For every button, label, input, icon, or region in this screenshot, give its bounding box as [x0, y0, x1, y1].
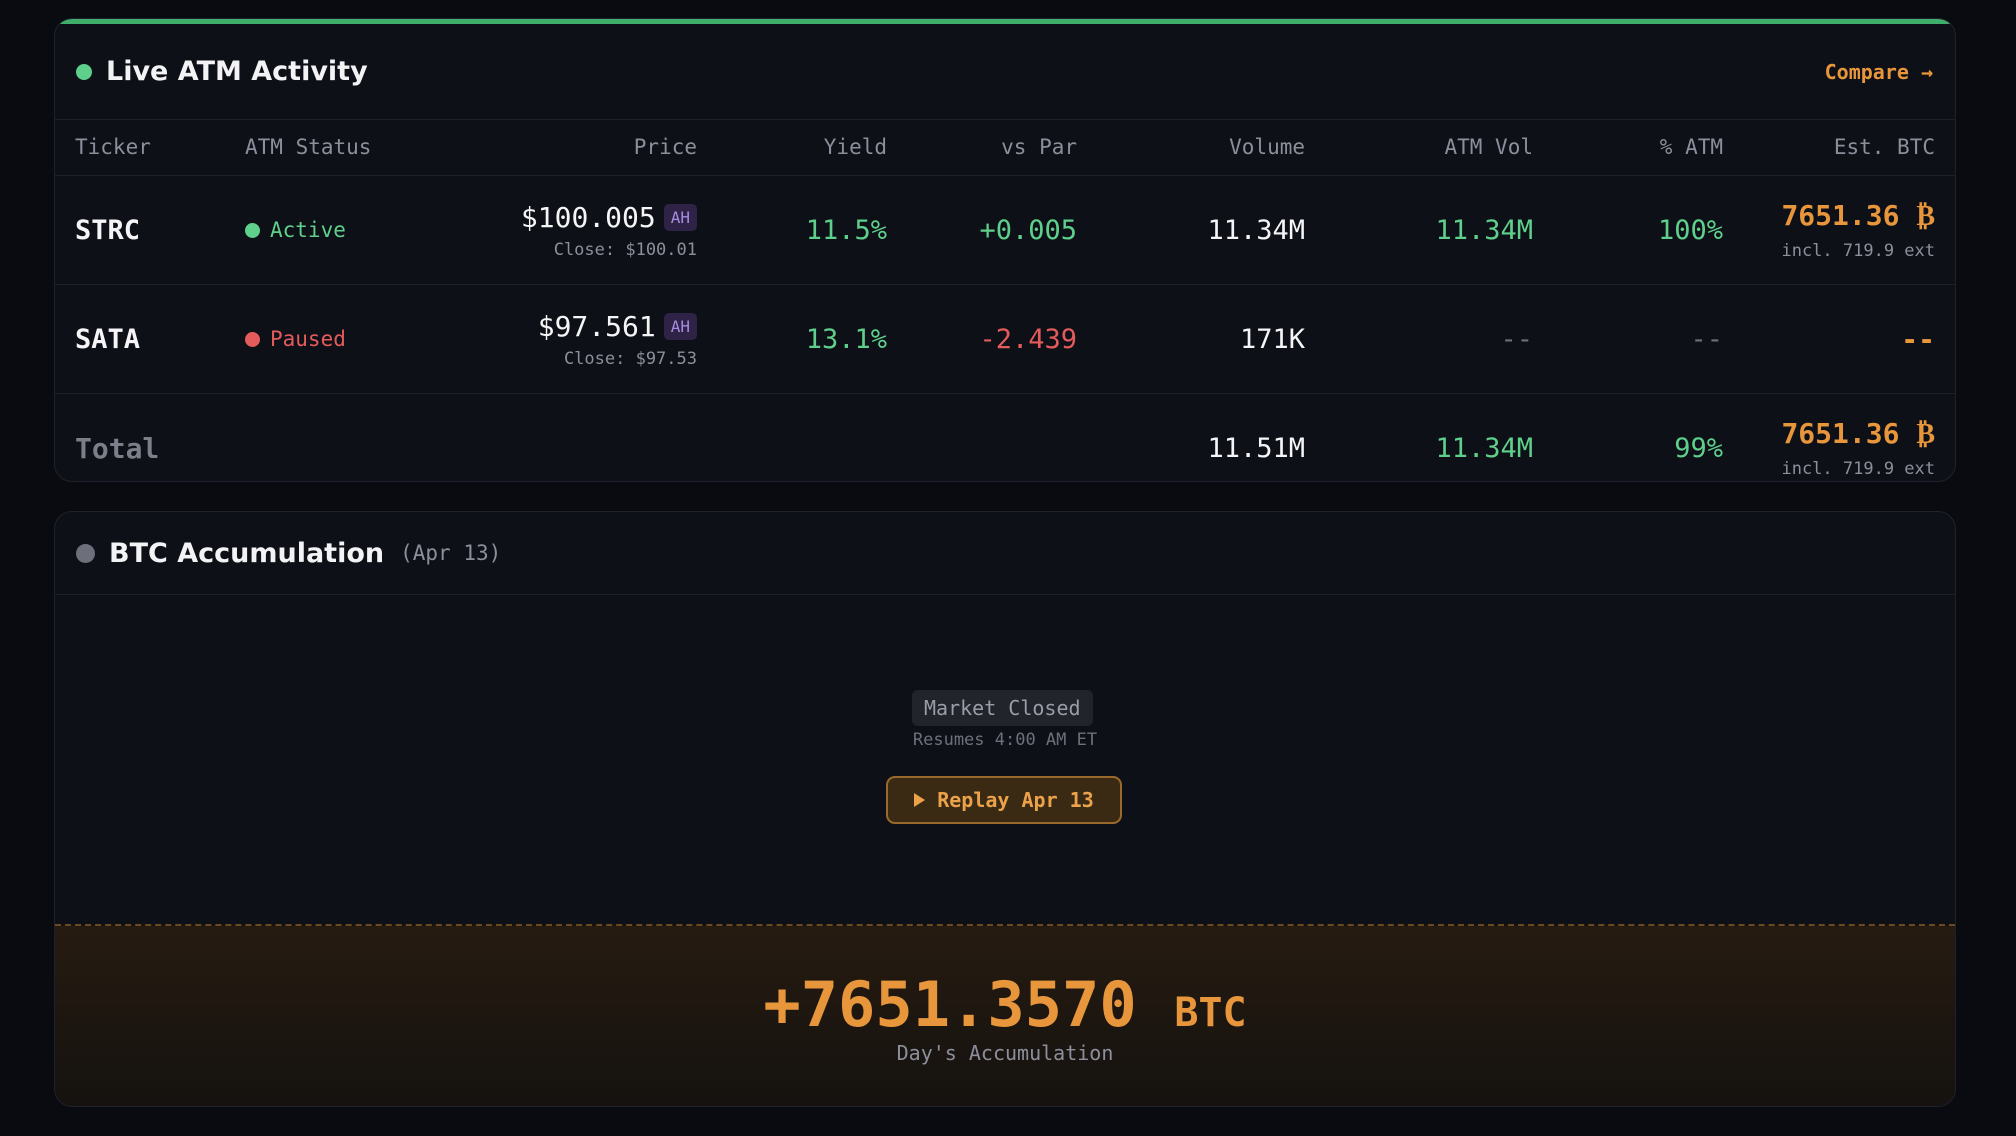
btc-panel-header: BTC Accumulation (Apr 13): [55, 512, 1955, 595]
volume-cell: 171K: [1077, 284, 1305, 394]
atm-vol-cell: --: [1305, 284, 1533, 394]
yield-cell: 11.5%: [697, 175, 887, 285]
column-header: ATM Status: [245, 119, 435, 176]
paused-status-dot-icon: [245, 331, 260, 347]
total-volume: 11.51M: [1207, 432, 1305, 464]
column-header: Price: [435, 119, 697, 176]
market-closed-badge: Market Closed: [912, 690, 1093, 726]
column-header: Est. BTC: [1723, 119, 1955, 176]
play-icon: [914, 793, 926, 807]
live-status-dot-icon: [76, 63, 92, 80]
inactive-status-dot-icon: [76, 543, 95, 563]
after-hours-badge: AH: [663, 312, 697, 340]
replay-button[interactable]: Replay Apr 13: [886, 776, 1122, 824]
status-label: Active: [270, 218, 346, 242]
price-text: $100.005: [520, 200, 656, 234]
resumes-text: Resumes 4:00 AM ET: [912, 730, 1098, 750]
replay-label: Replay Apr 13: [937, 788, 1094, 812]
column-header: vs Par: [887, 119, 1077, 176]
panel-title: BTC Accumulation: [109, 537, 385, 569]
ticker-cell: SATA: [75, 323, 141, 355]
total-est-btc: 7651.36 ₿: [1781, 417, 1935, 450]
atm-panel-header: Live ATM Activity Compare →: [55, 24, 1955, 120]
compare-link[interactable]: Compare →: [1825, 60, 1933, 84]
pct-atm-cell: 100%: [1533, 175, 1723, 285]
vs-par-cell: +0.005: [887, 175, 1077, 285]
btc-accumulation-panel: BTC Accumulation (Apr 13) Market Closed …: [54, 511, 1956, 1107]
pct-atm-cell: --: [1533, 284, 1723, 394]
vs-par-cell: -2.439: [887, 284, 1077, 394]
yield-cell: 13.1%: [697, 284, 887, 394]
after-hours-badge: AH: [663, 203, 697, 231]
ticker-cell: STRC: [75, 214, 141, 246]
est-btc-value: 7651.36 ₿: [1781, 199, 1935, 232]
est-btc-value: --: [1901, 322, 1935, 356]
atm-status-badge: Paused: [245, 327, 435, 351]
column-header: % ATM: [1533, 119, 1723, 176]
total-est-btc-subtext: incl. 719.9 ext: [1781, 459, 1935, 479]
atm-activity-panel: Live ATM Activity Compare → Ticker ATM S…: [54, 18, 1956, 482]
accumulation-unit: BTC: [1174, 990, 1247, 1036]
accumulation-number: +7651.3570: [763, 968, 1137, 1041]
volume-cell: 11.34M: [1077, 175, 1305, 285]
status-label: Paused: [270, 327, 346, 351]
price-value: $97.561 AH: [538, 310, 697, 343]
price-text: $97.561: [537, 309, 656, 343]
atm-table: Ticker ATM Status Price Yield vs Par Vol…: [55, 119, 1955, 482]
accumulation-label: Day's Accumulation: [896, 1041, 1114, 1065]
table-row[interactable]: STRC Active $100.005 AH Close: $100.01 1…: [55, 175, 1955, 285]
table-header-row: Ticker ATM Status Price Yield vs Par Vol…: [55, 119, 1955, 176]
accumulation-summary: +7651.3570 BTC Day's Accumulation: [55, 924, 1955, 1106]
total-pct-atm: 99%: [1674, 432, 1723, 464]
table-row[interactable]: SATA Paused $97.561 AH Close: $97.53 13.…: [55, 284, 1955, 394]
active-status-dot-icon: [245, 222, 260, 238]
atm-status-badge: Active: [245, 218, 435, 242]
panel-title: Live ATM Activity: [106, 56, 368, 87]
total-row: Total 11.51M 11.34M 99% 7651.36 ₿ incl. …: [55, 394, 1955, 482]
est-btc-subtext: incl. 719.9 ext: [1781, 241, 1935, 261]
atm-vol-cell: 11.34M: [1305, 175, 1533, 285]
total-atm-vol: 11.34M: [1435, 432, 1533, 464]
column-header: Volume: [1077, 119, 1305, 176]
column-header: Yield: [697, 119, 887, 176]
close-price: Close: $100.01: [553, 239, 697, 260]
price-value: $100.005 AH: [521, 201, 697, 234]
date-tag: (Apr 13): [400, 541, 502, 565]
close-price: Close: $97.53: [563, 348, 697, 369]
column-header: ATM Vol: [1305, 119, 1533, 176]
column-header: Ticker: [55, 119, 245, 176]
accumulation-value: +7651.3570 BTC: [55, 968, 1955, 1041]
total-label: Total: [75, 431, 160, 465]
